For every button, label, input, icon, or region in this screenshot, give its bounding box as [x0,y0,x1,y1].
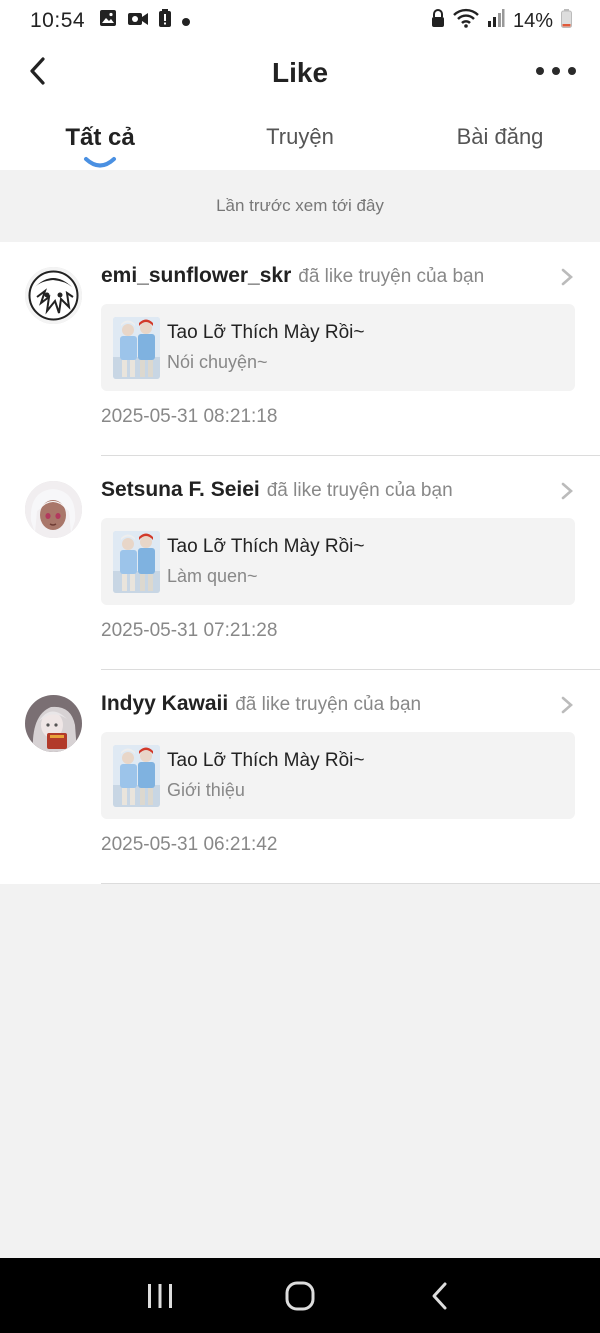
divider [101,883,600,884]
notification-item[interactable]: Indyy Kawaii đã like truyện của bạn Tao … [0,670,600,884]
tab-stories[interactable]: Truyện [200,104,400,170]
battery-icon [561,8,572,34]
notification-header: emi_sunflower_skr đã like truyện của bạn [101,264,570,288]
chevron-right-icon[interactable] [560,482,574,500]
page-title: Like [271,57,329,88]
more-dots-icon [536,67,544,75]
timestamp: 2025-05-31 08:21:18 [101,406,278,427]
story-thumbnail [113,531,160,593]
avatar[interactable] [25,267,82,324]
story-card[interactable]: Tao Lỡ Thích Mày Rồi~ Làm quen~ [101,518,575,605]
active-tab-indicator [84,157,116,168]
timestamp: 2025-05-31 07:21:28 [101,620,278,641]
recent-apps-button[interactable] [135,1276,185,1316]
story-title: Tao Lỡ Thích Mày Rồi~ [167,750,365,771]
chevron-left-icon [30,57,45,85]
story-title: Tao Lỡ Thích Mày Rồi~ [167,536,365,557]
notification-list: emi_sunflower_skr đã like truyện của bạn [0,242,600,884]
story-thumbnail [113,745,160,807]
username[interactable]: Indyy Kawaii [101,692,228,716]
story-card[interactable]: Tao Lỡ Thích Mày Rồi~ Giới thiệu [101,732,575,819]
battery-alert-icon [159,9,172,33]
status-left: 10:54 [30,9,191,33]
recent-apps-icon [148,1283,172,1308]
notification-header: Setsuna F. Seiei đã like truyện của bạn [101,478,570,502]
timestamp: 2025-05-31 06:21:42 [101,834,278,855]
battery-percent: 14% [512,9,553,32]
action-text: đã like truyện của bạn [298,266,485,287]
tab-bar: Tất cả Truyện Bài đăng [0,104,600,170]
username[interactable]: emi_sunflower_skr [101,264,291,288]
header: Like [0,42,600,104]
story-title: Tao Lỡ Thích Mày Rồi~ [167,322,365,343]
chevron-right-icon[interactable] [560,696,574,714]
username[interactable]: Setsuna F. Seiei [101,478,260,502]
last-seen-banner: Lần trước xem tới đây [0,170,600,242]
lock-icon [431,9,445,33]
video-icon [127,9,149,33]
action-text: đã like truyện của bạn [235,694,422,715]
app-root: 10:54 14% Like Tất cả Truyện Bài đăng Lầ… [0,0,600,1333]
notification-header: Indyy Kawaii đã like truyện của bạn [101,692,570,716]
tab-label: Truyện [266,124,334,149]
back-button[interactable] [20,54,54,88]
story-chapter: Nói chuyện~ [167,352,268,372]
home-button[interactable] [275,1276,325,1316]
dot-icon [181,9,191,33]
image-icon [99,9,117,33]
status-bar: 10:54 14% [0,0,600,42]
tab-label: Bài đăng [456,124,544,149]
system-nav-bar [0,1258,600,1333]
notification-item[interactable]: Setsuna F. Seiei đã like truyện của bạn [0,456,600,670]
avatar[interactable] [25,481,82,538]
tab-label: Tất cả [65,124,135,151]
system-back-button[interactable] [415,1276,465,1316]
story-card[interactable]: Tao Lỡ Thích Mày Rồi~ Nói chuyện~ [101,304,575,391]
wifi-icon [453,8,479,34]
status-right: 14% [431,8,572,34]
status-time: 10:54 [30,9,86,32]
chevron-right-icon[interactable] [560,268,574,286]
avatar[interactable] [25,695,82,752]
home-icon [285,1281,315,1310]
story-thumbnail [113,317,160,379]
notification-item[interactable]: emi_sunflower_skr đã like truyện của bạn [0,242,600,456]
more-options-button[interactable] [536,58,576,84]
tab-all[interactable]: Tất cả [0,104,200,170]
story-chapter: Làm quen~ [167,566,258,586]
story-chapter: Giới thiệu [167,780,245,800]
back-icon [432,1282,447,1309]
signal-icon [487,9,505,33]
tab-posts[interactable]: Bài đăng [400,104,600,170]
action-text: đã like truyện của bạn [266,480,453,501]
